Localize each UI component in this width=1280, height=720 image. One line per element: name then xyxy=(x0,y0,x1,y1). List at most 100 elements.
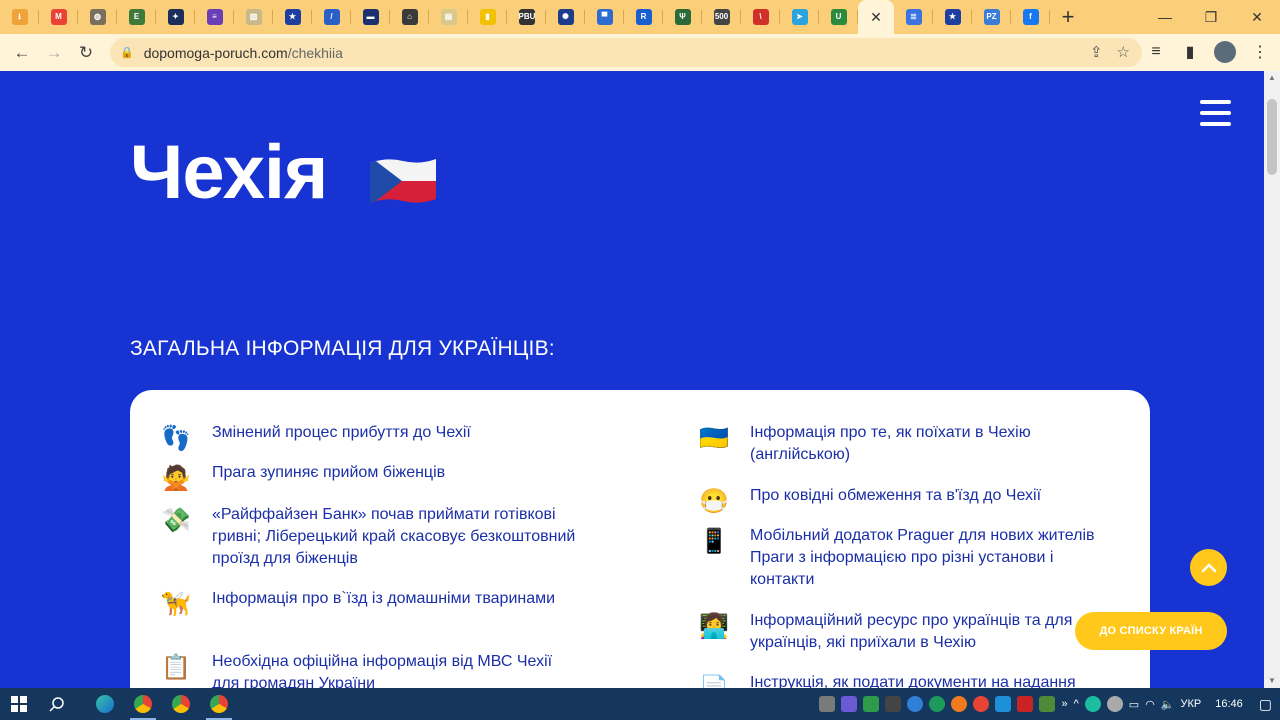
nato-icon: ✦ xyxy=(167,9,184,25)
clock[interactable]: 16:46 xyxy=(1215,698,1243,710)
profile-avatar[interactable] xyxy=(1214,41,1236,63)
language-indicator[interactable]: УКР xyxy=(1181,698,1202,710)
ie-icon[interactable] xyxy=(995,696,1012,712)
forms-icon: ≡ xyxy=(206,9,223,25)
tab-compass[interactable]: ✺ xyxy=(546,0,585,34)
yellow-bars-icon: ▮ xyxy=(479,9,496,25)
tray-app-icon[interactable] xyxy=(819,696,836,712)
tab-eu[interactable]: ★ xyxy=(273,0,312,34)
tab-globe[interactable]: ◍ xyxy=(78,0,117,34)
back-button[interactable]: ← xyxy=(6,37,38,69)
tray-app-icon[interactable] xyxy=(863,696,880,712)
scroll-down-arrow-icon[interactable]: ▼ xyxy=(1264,674,1280,688)
tab-eu2[interactable]: ★ xyxy=(933,0,972,34)
tab-e-doc[interactable]: E xyxy=(117,0,156,34)
chrome-tray-icon[interactable] xyxy=(973,696,990,712)
show-hidden-icons[interactable]: ^ xyxy=(1074,698,1079,710)
forward-button[interactable]: → xyxy=(38,37,70,69)
tray-app-icon[interactable] xyxy=(1017,696,1034,712)
tab-docs[interactable]: ≣ xyxy=(894,0,933,34)
500-icon: 500 xyxy=(713,9,730,25)
reading-list-icon[interactable]: ≡ xyxy=(1146,38,1166,66)
tab-scroll[interactable]: ▥ xyxy=(234,0,273,34)
compass-icon: ✺ xyxy=(557,9,574,25)
tray-app-icon[interactable] xyxy=(1084,696,1101,712)
facebook-icon: f xyxy=(1022,9,1039,25)
tray-app-icon[interactable] xyxy=(1106,696,1123,712)
tab-gmail[interactable]: M xyxy=(39,0,78,34)
tab-500[interactable]: 500 xyxy=(702,0,741,34)
chrome-icon[interactable] xyxy=(124,688,162,720)
search-icon[interactable] xyxy=(38,688,76,720)
chrome-icon-3[interactable] xyxy=(200,688,238,720)
wifi-icon[interactable]: ◠ xyxy=(1145,698,1155,711)
tabs-after-active: ≣ ★ PZ f xyxy=(894,0,1050,34)
edge-icon[interactable] xyxy=(86,688,124,720)
info-link[interactable]: Необхідна офіційна інформація від МВС Че… xyxy=(212,651,580,688)
info-link[interactable]: Змінений процес прибуття до Чехії xyxy=(212,422,471,454)
restore-button[interactable]: ❐ xyxy=(1188,0,1234,34)
bookmark-star-icon[interactable]: ☆ xyxy=(1117,43,1130,61)
info-link[interactable]: Інформаційний ресурс про українців та дл… xyxy=(750,610,1098,654)
tab-slash[interactable]: / xyxy=(312,0,351,34)
info-link[interactable]: Інформація про те, як поїхати в Чехію (а… xyxy=(750,422,1098,466)
volume-icon[interactable]: 🔈 xyxy=(1161,698,1175,711)
tray-app-icon[interactable] xyxy=(907,696,924,712)
hamburger-menu-icon[interactable] xyxy=(1200,100,1231,126)
tab-note[interactable]: ▤ xyxy=(429,0,468,34)
address-bar[interactable]: 🔒 dopomoga-poruch.com/chekhiia ⇪ ☆ xyxy=(110,38,1142,67)
tab-forms[interactable]: ≡ xyxy=(195,0,234,34)
tab-slash-red[interactable]: \ xyxy=(741,0,780,34)
tab-facebook[interactable]: f xyxy=(1011,0,1050,34)
tray-overflow-icon[interactable]: » xyxy=(1061,698,1067,710)
tab-r-logo[interactable]: R xyxy=(624,0,663,34)
tab-yellow-bars[interactable]: ▮ xyxy=(468,0,507,34)
windows-start-icon[interactable] xyxy=(0,688,38,720)
new-tab-button[interactable]: + xyxy=(1050,0,1086,34)
close-window-button[interactable]: ✕ xyxy=(1234,0,1280,34)
active-tab-close-button[interactable]: ✕ xyxy=(858,0,894,34)
tray-app-icon[interactable] xyxy=(1039,696,1056,712)
list-item: 😷 Про ковідні обмеження та в'їзд до Чехії xyxy=(698,485,1098,517)
scroll-to-top-button[interactable] xyxy=(1190,549,1227,586)
tab-u-green[interactable]: U xyxy=(819,0,858,34)
info-link[interactable]: Мобільний додаток Praguer для нових жите… xyxy=(750,525,1098,591)
tab-dark-blue[interactable]: ▬ xyxy=(351,0,390,34)
info-link[interactable]: Про ковідні обмеження та в'їзд до Чехії xyxy=(750,485,1041,517)
tab-pbu[interactable]: PBU xyxy=(507,0,546,34)
chrome-icon-2[interactable] xyxy=(162,688,200,720)
tab-download[interactable]: ⭳ xyxy=(0,0,39,34)
tab-telegram[interactable]: ➤ xyxy=(780,0,819,34)
tab-trident[interactable]: Ψ xyxy=(663,0,702,34)
u-green-icon: U xyxy=(830,9,847,25)
country-list-button[interactable]: ДО СПИСКУ КРАЇН xyxy=(1075,612,1227,650)
info-link[interactable]: Прага зупиняє прийом біженців xyxy=(212,462,445,494)
list-item: 👩‍💻 Інформаційний ресурс про українців та… xyxy=(698,610,1098,654)
info-link[interactable]: Інструкція, як подати документи на надан… xyxy=(750,672,1076,688)
tab-pz[interactable]: PZ xyxy=(972,0,1011,34)
menu-kebab-icon[interactable]: ⋮ xyxy=(1250,38,1270,66)
list-item: 📄 Інструкція, як подати документи на нада… xyxy=(698,672,1098,688)
tray-app-icon[interactable] xyxy=(929,696,946,712)
eu-icon: ★ xyxy=(284,9,301,25)
page-scrollbar[interactable]: ▲ ▼ xyxy=(1264,71,1280,688)
scroll-icon: ▥ xyxy=(245,9,262,25)
info-link[interactable]: Інформація про в`їзд із домашніми тварин… xyxy=(212,588,555,620)
tab-museum[interactable]: ⌂ xyxy=(390,0,429,34)
tab-ua-stripes[interactable]: ▀ xyxy=(585,0,624,34)
list-item: 🙅 Прага зупиняє прийом біженців xyxy=(160,462,580,494)
tab-nato[interactable]: ✦ xyxy=(156,0,195,34)
side-panel-icon[interactable]: ▮ xyxy=(1180,38,1200,66)
tray-app-icon[interactable] xyxy=(885,696,902,712)
tray-app-icon[interactable] xyxy=(841,696,858,712)
scrollbar-thumb[interactable] xyxy=(1267,99,1277,175)
battery-icon[interactable]: ▭ xyxy=(1129,698,1139,711)
notifications-icon[interactable]: ▢ xyxy=(1259,696,1272,713)
firefox-icon[interactable] xyxy=(951,696,968,712)
info-link[interactable]: «Райффайзен Банк» почав приймати готівко… xyxy=(212,504,580,570)
reload-button[interactable]: ↻ xyxy=(70,37,102,69)
scroll-up-arrow-icon[interactable]: ▲ xyxy=(1264,71,1280,85)
share-icon[interactable]: ⇪ xyxy=(1090,43,1103,61)
list-item: 📱 Мобільний додаток Praguer для нових жит… xyxy=(698,525,1098,591)
minimize-button[interactable]: — xyxy=(1142,0,1188,34)
